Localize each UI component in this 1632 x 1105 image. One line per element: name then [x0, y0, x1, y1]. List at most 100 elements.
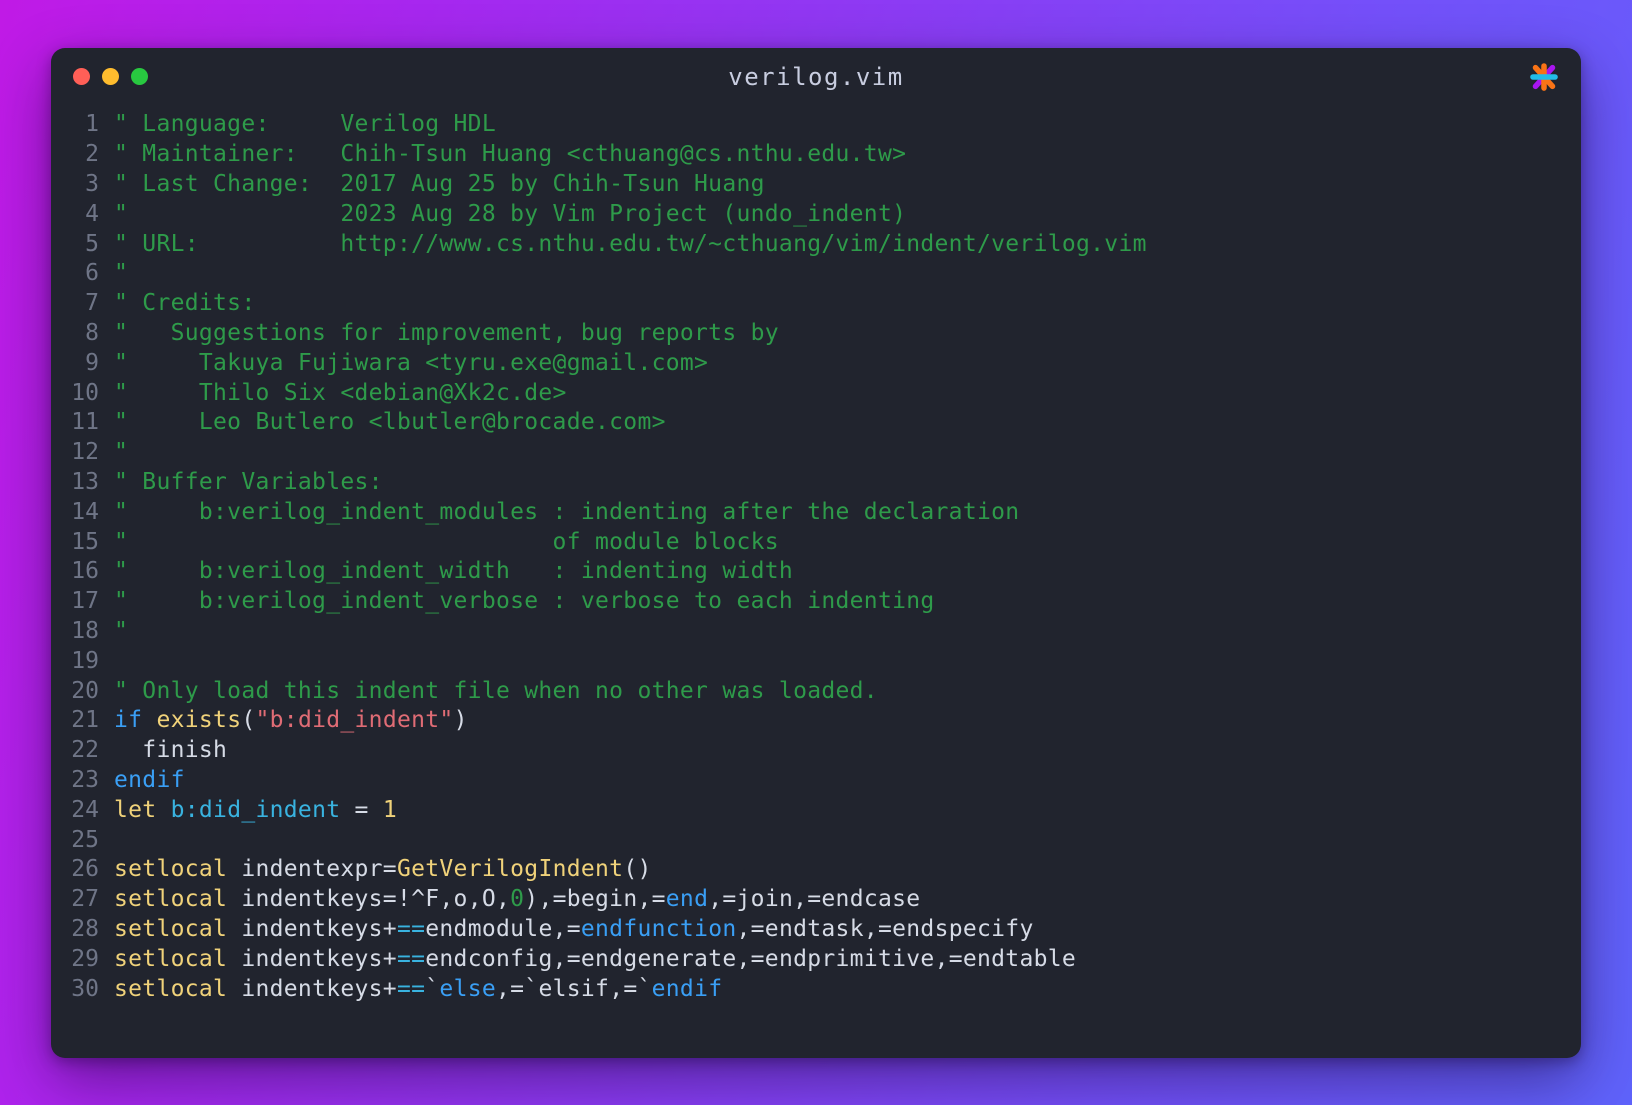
code-line-text[interactable]: " Credits: — [113, 288, 1581, 318]
code-line-text[interactable]: " Suggestions for improvement, bug repor… — [113, 318, 1581, 348]
code-line-row[interactable]: 26 setlocal indentexpr=GetVerilogIndent() — [51, 854, 1581, 884]
token-plain: ),=begin,= — [524, 886, 666, 913]
code-line-text[interactable]: setlocal indentkeys+==endconfig,=endgene… — [113, 944, 1581, 974]
code-line-row[interactable]: 16 " b:verilog_indent_width : indenting w… — [51, 556, 1581, 586]
code-line-text[interactable]: " Takuya Fujiwara <tyru.exe@gmail.com> — [113, 348, 1581, 378]
code-line-text[interactable]: setlocal indentkeys=!^F,o,O,0),=begin,=e… — [113, 884, 1581, 914]
token-keyword: endif — [114, 766, 185, 793]
code-line-text[interactable]: " Leo Butlero <lbutler@brocade.com> — [113, 407, 1581, 437]
line-number: 23 — [71, 766, 99, 793]
code-editor-viewport[interactable]: 1 " Language: Verilog HDL 2 " Maintainer: C… — [51, 106, 1581, 1058]
code-line-text[interactable]: " 2023 Aug 28 by Vim Project (undo_inden… — [113, 199, 1581, 229]
token-func: setlocal — [114, 945, 228, 972]
code-line-row[interactable]: 14 " b:verilog_indent_modules : indenting… — [51, 497, 1581, 527]
code-line-text[interactable]: finish — [113, 735, 1581, 765]
line-number: 25 — [71, 826, 99, 853]
code-line-row[interactable]: 18 " — [51, 616, 1581, 646]
code-line-text[interactable]: " b:verilog_indent_width : indenting wid… — [113, 556, 1581, 586]
code-line-row[interactable]: 17 " b:verilog_indent_verbose : verbose t… — [51, 586, 1581, 616]
code-line-row[interactable]: 3 " Last Change: 2017 Aug 25 by Chih-Tsun… — [51, 169, 1581, 199]
code-line-row[interactable]: 8 " Suggestions for improvement, bug repo… — [51, 318, 1581, 348]
token-comment: " b:verilog_indent_modules : indenting a… — [114, 498, 1020, 525]
code-line-row[interactable]: 6 " — [51, 258, 1581, 288]
line-number: 4 — [85, 200, 99, 227]
code-line-text[interactable]: " — [113, 616, 1581, 646]
code-line-row[interactable]: 30 setlocal indentkeys+==`else,=`elsif,=`… — [51, 974, 1581, 1004]
line-number: 29 — [71, 945, 99, 972]
code-line-row[interactable]: 19 — [51, 646, 1581, 676]
code-line-row[interactable]: 29 setlocal indentkeys+==endconfig,=endge… — [51, 944, 1581, 974]
code-line-row[interactable]: 20 " Only load this indent file when no o… — [51, 676, 1581, 706]
token-comment: " Language: Verilog HDL — [114, 111, 496, 138]
token-func: setlocal — [114, 975, 228, 1002]
token-plain: endmodule,= — [425, 915, 581, 942]
code-line-text[interactable]: let b:did_indent = 1 — [113, 795, 1581, 825]
token-comment: " Credits: — [114, 290, 256, 317]
code-line-text[interactable]: " b:verilog_indent_verbose : verbose to … — [113, 586, 1581, 616]
code-line-text[interactable]: " — [113, 258, 1581, 288]
token-comment: " — [114, 439, 129, 466]
code-line-row[interactable]: 13 " Buffer Variables: — [51, 467, 1581, 497]
code-line-text[interactable]: setlocal indentkeys+==`else,=`elsif,=`en… — [113, 974, 1581, 1004]
code-line-row[interactable]: 2 " Maintainer: Chih-Tsun Huang <cthuang@… — [51, 139, 1581, 169]
token-plain: indentkeys+ — [227, 945, 397, 972]
code-line-row[interactable]: 24 let b:did_indent = 1 — [51, 795, 1581, 825]
code-line-row[interactable]: 28 setlocal indentkeys+==endmodule,=endfu… — [51, 914, 1581, 944]
token-comment: " b:verilog_indent_verbose : verbose to … — [114, 588, 935, 615]
line-number: 27 — [71, 886, 99, 913]
code-line-text[interactable]: " b:verilog_indent_modules : indenting a… — [113, 497, 1581, 527]
code-line-row[interactable]: 21 if exists("b:did_indent") — [51, 705, 1581, 735]
code-line-row[interactable]: 1 " Language: Verilog HDL — [51, 110, 1581, 140]
code-line-text[interactable]: " Only load this indent file when no oth… — [113, 676, 1581, 706]
code-line-row[interactable]: 27 setlocal indentkeys=!^F,o,O,0),=begin,… — [51, 884, 1581, 914]
code-line-row[interactable]: 5 " URL: http://www.cs.nthu.edu.tw/~cthua… — [51, 229, 1581, 259]
code-line-text[interactable]: setlocal indentkeys+==endmodule,=endfunc… — [113, 914, 1581, 944]
code-line-text[interactable]: " Thilo Six <debian@Xk2c.de> — [113, 378, 1581, 408]
token-plain: endconfig,=endgenerate,=endprimitive,=en… — [425, 945, 1077, 972]
token-cyan: == — [396, 975, 426, 1002]
code-line-text[interactable]: endif — [113, 765, 1581, 795]
code-line-text[interactable]: " Maintainer: Chih-Tsun Huang <cthuang@c… — [113, 139, 1581, 169]
code-line-row[interactable]: 10 " Thilo Six <debian@Xk2c.de> — [51, 378, 1581, 408]
line-number: 12 — [71, 439, 99, 466]
code-line-text[interactable]: " Buffer Variables: — [113, 467, 1581, 497]
token-func: exists — [156, 707, 242, 734]
code-line-text[interactable]: " Language: Verilog HDL — [113, 110, 1581, 140]
token-comment: " Maintainer: Chih-Tsun Huang <cthuang@c… — [114, 141, 907, 168]
code-line-row[interactable]: 15 " of module blocks — [51, 527, 1581, 557]
token-comment: " 2023 Aug 28 by Vim Project (undo_inden… — [114, 200, 907, 227]
code-line-row[interactable]: 22 finish — [51, 735, 1581, 765]
line-number: 22 — [71, 737, 99, 764]
code-line-text[interactable]: " URL: http://www.cs.nthu.edu.tw/~cthuan… — [113, 229, 1581, 259]
code-line-text[interactable]: setlocal indentexpr=GetVerilogIndent() — [113, 854, 1581, 884]
code-line-text[interactable]: if exists("b:did_indent") — [113, 705, 1581, 735]
code-line-row[interactable]: 4 " 2023 Aug 28 by Vim Project (undo_inde… — [51, 199, 1581, 229]
line-number: 5 — [85, 230, 99, 257]
token-comment: " Leo Butlero <lbutler@brocade.com> — [114, 409, 666, 436]
code-line-row[interactable]: 12 " — [51, 437, 1581, 467]
code-line-text[interactable] — [113, 825, 1581, 855]
token-comment: " Thilo Six <debian@Xk2c.de> — [114, 379, 567, 406]
token-comment: " Suggestions for improvement, bug repor… — [114, 319, 779, 346]
code-line-row[interactable]: 25 — [51, 825, 1581, 855]
code-line-row[interactable]: 11 " Leo Butlero <lbutler@brocade.com> — [51, 407, 1581, 437]
code-line-text[interactable]: " Last Change: 2017 Aug 25 by Chih-Tsun … — [113, 169, 1581, 199]
code-line-text[interactable]: " — [113, 437, 1581, 467]
window-titlebar: verilog.vim — [51, 48, 1581, 106]
asterisk-star-icon — [1527, 60, 1561, 94]
line-number: 11 — [71, 409, 99, 436]
code-line-text[interactable]: " of module blocks — [113, 527, 1581, 557]
token-plain: indentexpr= — [227, 856, 397, 883]
line-number: 18 — [71, 617, 99, 644]
line-number: 10 — [71, 379, 99, 406]
close-window-button[interactable] — [73, 68, 90, 85]
line-number: 21 — [71, 707, 99, 734]
line-number: 20 — [71, 677, 99, 704]
code-line-row[interactable]: 23 endif — [51, 765, 1581, 795]
code-line-text[interactable] — [113, 646, 1581, 676]
code-window: verilog.vim 1 " Language: Verilog HDL 2 " M… — [51, 47, 1581, 1058]
code-line-row[interactable]: 7 " Credits: — [51, 288, 1581, 318]
code-line-row[interactable]: 9 " Takuya Fujiwara <tyru.exe@gmail.com> — [51, 348, 1581, 378]
minimize-window-button[interactable] — [102, 68, 119, 85]
maximize-window-button[interactable] — [131, 68, 148, 85]
